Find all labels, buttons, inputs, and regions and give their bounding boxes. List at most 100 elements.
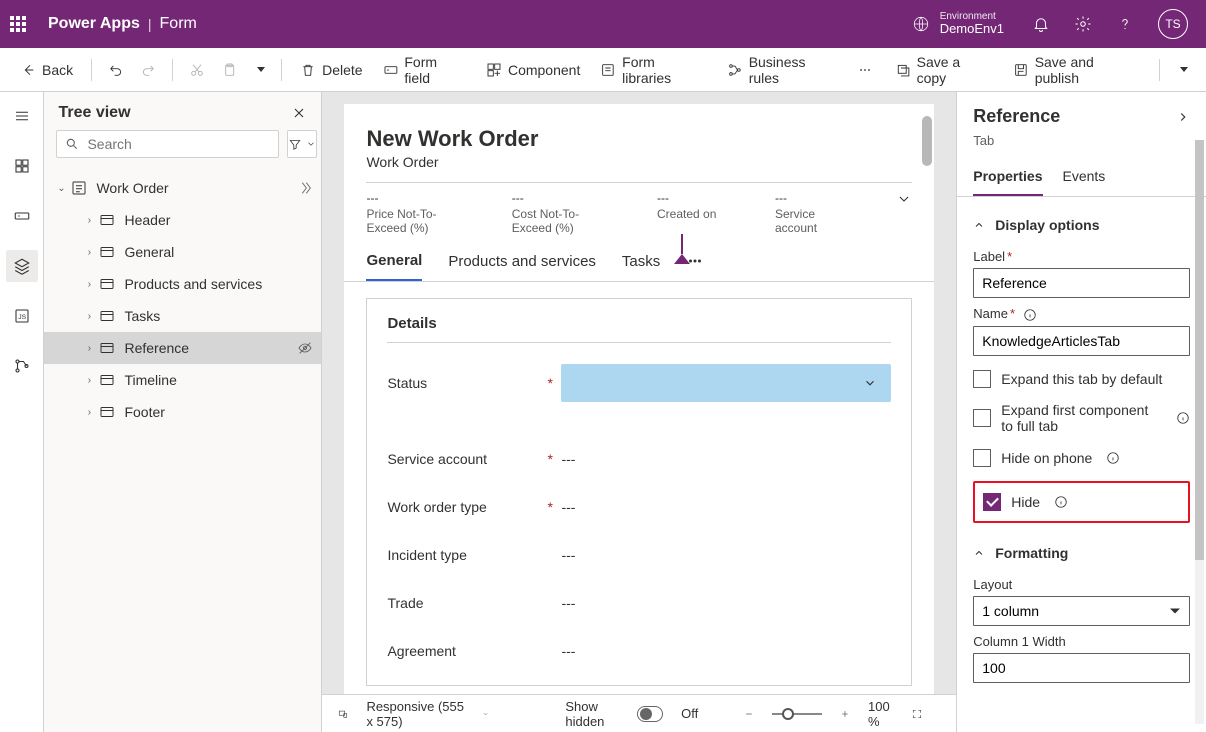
checkbox-icon[interactable] bbox=[973, 370, 991, 388]
environment-picker[interactable]: Environment DemoEnv1 bbox=[912, 11, 1004, 36]
form-tab-tasks[interactable]: Tasks bbox=[622, 253, 660, 280]
help-icon[interactable] bbox=[1116, 15, 1134, 33]
formatting-header[interactable]: Formatting bbox=[973, 537, 1190, 569]
tree-search[interactable] bbox=[56, 130, 279, 158]
tree-item-reference[interactable]: ›Reference bbox=[44, 332, 321, 364]
header-field[interactable]: ---Cost Not-To-Exceed (%) bbox=[512, 191, 619, 236]
props-subtitle: Tab bbox=[957, 133, 1206, 158]
save-publish-icon bbox=[1013, 62, 1029, 78]
header-expand[interactable] bbox=[896, 191, 912, 236]
header-field[interactable]: ---Price Not-To-Exceed (%) bbox=[366, 191, 473, 236]
chevron-down-icon[interactable] bbox=[482, 707, 489, 721]
chevron-icon[interactable]: › bbox=[80, 407, 98, 418]
show-hidden-toggle[interactable] bbox=[637, 706, 663, 722]
info-icon[interactable] bbox=[1054, 495, 1068, 509]
undo-icon bbox=[108, 62, 124, 78]
field-agreement[interactable]: Agreement--- bbox=[387, 627, 891, 675]
label-input[interactable] bbox=[973, 268, 1190, 298]
scrollbar[interactable] bbox=[1195, 140, 1204, 724]
form-tab-products-and-services[interactable]: Products and services bbox=[448, 253, 596, 280]
tab-properties[interactable]: Properties bbox=[973, 158, 1042, 196]
info-icon[interactable] bbox=[1106, 451, 1120, 465]
responsive-label[interactable]: Responsive (555 x 575) bbox=[366, 699, 464, 729]
delete-button[interactable]: Delete bbox=[292, 58, 370, 82]
save-publish-button[interactable]: Save and publish bbox=[1005, 50, 1149, 90]
rail-tree[interactable] bbox=[6, 250, 38, 282]
chevron-right-icon[interactable] bbox=[1176, 110, 1190, 124]
save-copy-button[interactable]: Save a copy bbox=[887, 50, 1001, 90]
field-trade[interactable]: Trade--- bbox=[387, 579, 891, 627]
field-incident-type[interactable]: Incident type--- bbox=[387, 531, 891, 579]
info-icon[interactable] bbox=[1023, 308, 1037, 322]
undo-button[interactable] bbox=[102, 58, 130, 82]
app-launcher-icon[interactable] bbox=[10, 16, 30, 32]
expand-default-check[interactable]: Expand this tab by default bbox=[973, 370, 1190, 388]
checkbox-icon[interactable] bbox=[983, 493, 1001, 511]
user-avatar[interactable]: TS bbox=[1158, 9, 1188, 39]
info-icon[interactable] bbox=[1176, 411, 1190, 425]
tab-events[interactable]: Events bbox=[1063, 158, 1106, 196]
component-button[interactable]: Component bbox=[478, 58, 588, 82]
overflow-button[interactable] bbox=[851, 58, 879, 82]
close-icon[interactable] bbox=[291, 105, 307, 121]
hidden-icon bbox=[297, 340, 313, 356]
tree-item-work-order[interactable]: ⌄Work Order bbox=[44, 172, 321, 204]
expand-first-check[interactable]: Expand first component to full tab bbox=[973, 402, 1190, 436]
tree-item-tasks[interactable]: ›Tasks bbox=[44, 300, 321, 332]
zoom-slider[interactable] bbox=[772, 713, 822, 715]
field-value[interactable] bbox=[561, 364, 891, 402]
zoom-out-icon[interactable] bbox=[744, 707, 754, 721]
scrollbar[interactable] bbox=[922, 116, 932, 166]
gear-icon[interactable] bbox=[1074, 15, 1092, 33]
toggle-state: Off bbox=[681, 706, 698, 721]
hide-phone-check[interactable]: Hide on phone bbox=[973, 449, 1190, 467]
business-rules-button[interactable]: Business rules bbox=[719, 50, 847, 90]
form-libraries-button[interactable]: Form libraries bbox=[592, 50, 715, 90]
status-dropdown[interactable] bbox=[561, 364, 891, 402]
filter-button[interactable] bbox=[287, 130, 317, 158]
rail-libraries[interactable]: JS bbox=[6, 300, 38, 332]
form-field-button[interactable]: Form field bbox=[375, 50, 474, 90]
header-field[interactable]: ---Service account bbox=[775, 191, 858, 236]
field-value: --- bbox=[561, 643, 891, 659]
chevron-icon[interactable]: › bbox=[80, 215, 98, 226]
tree-item-header[interactable]: ›Header bbox=[44, 204, 321, 236]
tree-item-products-and-services[interactable]: ›Products and services bbox=[44, 268, 321, 300]
checkbox-icon[interactable] bbox=[973, 409, 991, 427]
chevron-icon[interactable]: ⌄ bbox=[52, 183, 70, 194]
field-status[interactable]: Status* bbox=[387, 359, 891, 407]
chevron-icon[interactable]: › bbox=[80, 375, 98, 386]
chevron-icon[interactable]: › bbox=[80, 311, 98, 322]
save-split-button[interactable] bbox=[1170, 63, 1194, 76]
name-input[interactable] bbox=[973, 326, 1190, 356]
back-button[interactable]: Back bbox=[12, 58, 81, 82]
hide-check[interactable]: Hide bbox=[973, 481, 1190, 523]
field-work-order-type[interactable]: Work order type*--- bbox=[387, 483, 891, 531]
checkbox-icon[interactable] bbox=[973, 449, 991, 467]
js-icon: JS bbox=[13, 307, 31, 325]
tree-item-footer[interactable]: ›Footer bbox=[44, 396, 321, 428]
chevron-icon[interactable]: › bbox=[80, 279, 98, 290]
rail-formfields[interactable] bbox=[6, 200, 38, 232]
chevron-icon[interactable]: › bbox=[80, 247, 98, 258]
bell-icon[interactable] bbox=[1032, 15, 1050, 33]
search-input[interactable] bbox=[85, 135, 270, 153]
layout-select[interactable]: 1 column bbox=[973, 596, 1190, 626]
field-value: --- bbox=[561, 595, 891, 611]
rail-hamburger[interactable] bbox=[6, 100, 38, 132]
tab-more[interactable] bbox=[686, 252, 704, 280]
header-field[interactable]: ---Created on bbox=[657, 191, 737, 236]
form-tab-general[interactable]: General bbox=[366, 252, 422, 281]
fit-icon[interactable] bbox=[912, 707, 922, 721]
zoom-in-icon[interactable] bbox=[840, 707, 850, 721]
chevron-icon[interactable]: › bbox=[80, 343, 98, 354]
field-service-account[interactable]: Service account*--- bbox=[387, 435, 891, 483]
paste-options[interactable] bbox=[247, 63, 271, 76]
rail-components[interactable] bbox=[6, 150, 38, 182]
tree-item-general[interactable]: ›General bbox=[44, 236, 321, 268]
display-options-header[interactable]: Display options bbox=[973, 209, 1190, 241]
rail-rules[interactable] bbox=[6, 350, 38, 382]
tree-item-timeline[interactable]: ›Timeline bbox=[44, 364, 321, 396]
switch-form-icon[interactable] bbox=[297, 180, 313, 196]
col-width-input[interactable] bbox=[973, 653, 1190, 683]
